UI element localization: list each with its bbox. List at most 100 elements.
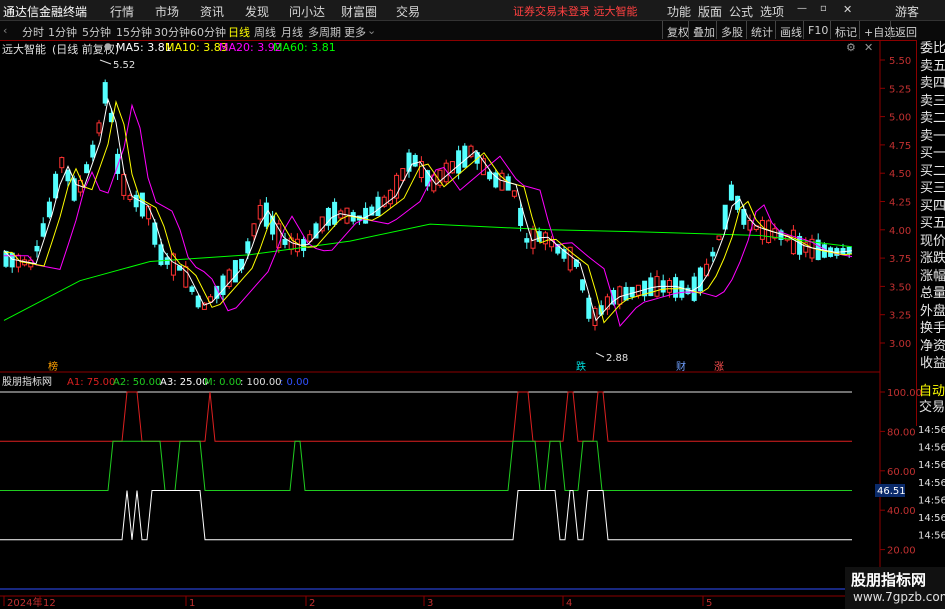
candle-body [282, 239, 288, 245]
candle-body [375, 196, 381, 217]
ma60-line [3, 223, 853, 321]
candle-body [263, 202, 269, 227]
candle-body [629, 286, 635, 298]
date-tick-label: 3 [427, 598, 433, 609]
event-mark-finance[interactable]: 财 [676, 360, 686, 373]
candle-body [90, 144, 96, 158]
time-label: 14:56 [918, 460, 945, 471]
price-tick-label: 4.00 [889, 226, 911, 237]
candle-body [462, 145, 468, 168]
event-mark-list[interactable]: 榜 [48, 360, 58, 373]
candle-body [635, 284, 641, 296]
candle-body [121, 174, 127, 196]
indicator-current-value: 46.51 [877, 486, 906, 497]
candle-body [245, 241, 251, 254]
candle-body [542, 232, 548, 245]
indicator-a2: A2: 50.00 [113, 377, 161, 388]
candle-body [511, 190, 517, 197]
candle-body [189, 286, 195, 292]
candle-body [84, 164, 90, 174]
price-tick-label: 4.75 [889, 141, 911, 152]
candle-body [673, 277, 679, 298]
candle-body [710, 251, 716, 257]
date-tick-label: 5 [706, 598, 712, 609]
time-label: 14:56 [918, 478, 945, 489]
candle-body [332, 201, 338, 225]
indicator-a1-line [0, 391, 852, 442]
candle-body [697, 267, 703, 292]
indicator-a2-line [0, 440, 852, 491]
candle-body [487, 171, 493, 180]
low-pointer [595, 352, 605, 358]
high-pointer [99, 59, 112, 65]
indicator-100: : 100.00 [240, 377, 282, 388]
indicator-a3: A3: 25.00 [160, 377, 208, 388]
candle-body [158, 244, 164, 265]
candle-body [586, 297, 592, 319]
time-label: 14:56 [918, 495, 945, 506]
indicator-a1: A1: 75.00 [67, 377, 115, 388]
price-tick-label: 3.50 [889, 282, 911, 293]
candle-body [294, 238, 300, 253]
candle-body [146, 205, 152, 220]
candle-body [288, 237, 294, 250]
candle-body [797, 236, 803, 255]
price-tick-label: 4.50 [889, 169, 911, 180]
candle-body [728, 184, 734, 201]
date-tick-label: 1 [189, 598, 195, 609]
indicator-tick-label: 100.00 [887, 388, 922, 399]
candle-body [580, 279, 586, 291]
price-tick-label: 4.25 [889, 198, 911, 209]
date-axis: 2024年 12 1 2 3 4 5 [3, 596, 712, 609]
chart-canvas: 5.50 5.25 5.00 4.75 4.50 4.25 4.00 3.75 3.50 3.25… [0, 40, 945, 609]
date-tick-label: 2 [309, 598, 315, 609]
candle-body [456, 150, 462, 174]
candle-body [9, 252, 15, 268]
date-tick-label: 4 [566, 598, 572, 609]
candle-body [127, 195, 133, 200]
candle-body [412, 154, 418, 167]
candle-body [617, 286, 623, 305]
candle-body [102, 82, 108, 104]
price-tick-label: 3.00 [889, 339, 911, 350]
candle-body [71, 178, 77, 201]
candle-body [232, 260, 238, 283]
event-mark-rise[interactable]: 涨 [714, 361, 724, 373]
candle-body [790, 229, 796, 255]
time-label: 14:56 [918, 443, 945, 454]
candle-body [766, 220, 772, 243]
price-tick-label: 5.50 [889, 56, 911, 67]
candle-body [34, 245, 40, 252]
price-tick-label: 5.00 [889, 113, 911, 124]
candle-body [623, 286, 629, 301]
event-mark-drop[interactable]: 跌 [576, 360, 586, 373]
candle-body [195, 295, 201, 308]
indicator-axis: 100.00 80.00 60.00 40.00 20.00 14:56 14:56 14:5… [880, 388, 945, 557]
date-tick-label: 12 [43, 598, 56, 609]
candle-body [518, 207, 524, 227]
candle-body [96, 122, 102, 134]
indicator-tick-label: 60.00 [887, 467, 916, 478]
price-tick-label: 3.25 [889, 311, 911, 322]
indicator-a3-line [0, 490, 852, 541]
candle-body [716, 235, 722, 241]
candle-body [759, 219, 765, 240]
date-tick-label: 2024年 [7, 596, 42, 609]
low-price-label: 2.88 [606, 353, 628, 364]
candle-body [65, 169, 71, 182]
indicator-tick-label: 20.00 [887, 546, 916, 557]
indicator-tick-label: 40.00 [887, 506, 916, 517]
candle-body [133, 194, 139, 208]
candle-body [505, 176, 511, 191]
candle-body [363, 207, 369, 224]
time-label: 14:56 [918, 513, 945, 524]
watermark: 股朋指标网 www.7gpzb.com [845, 567, 945, 609]
watermark-url: www.7gpzb.com [853, 590, 945, 604]
time-label: 14:56 [918, 425, 945, 436]
candle-body [40, 223, 46, 237]
candle-body [139, 192, 145, 217]
indicator-tick-label: 80.00 [887, 427, 916, 438]
candle-body [406, 152, 412, 172]
candle-body [251, 223, 257, 237]
indicator-name[interactable]: 股朋指标网 [2, 375, 52, 388]
